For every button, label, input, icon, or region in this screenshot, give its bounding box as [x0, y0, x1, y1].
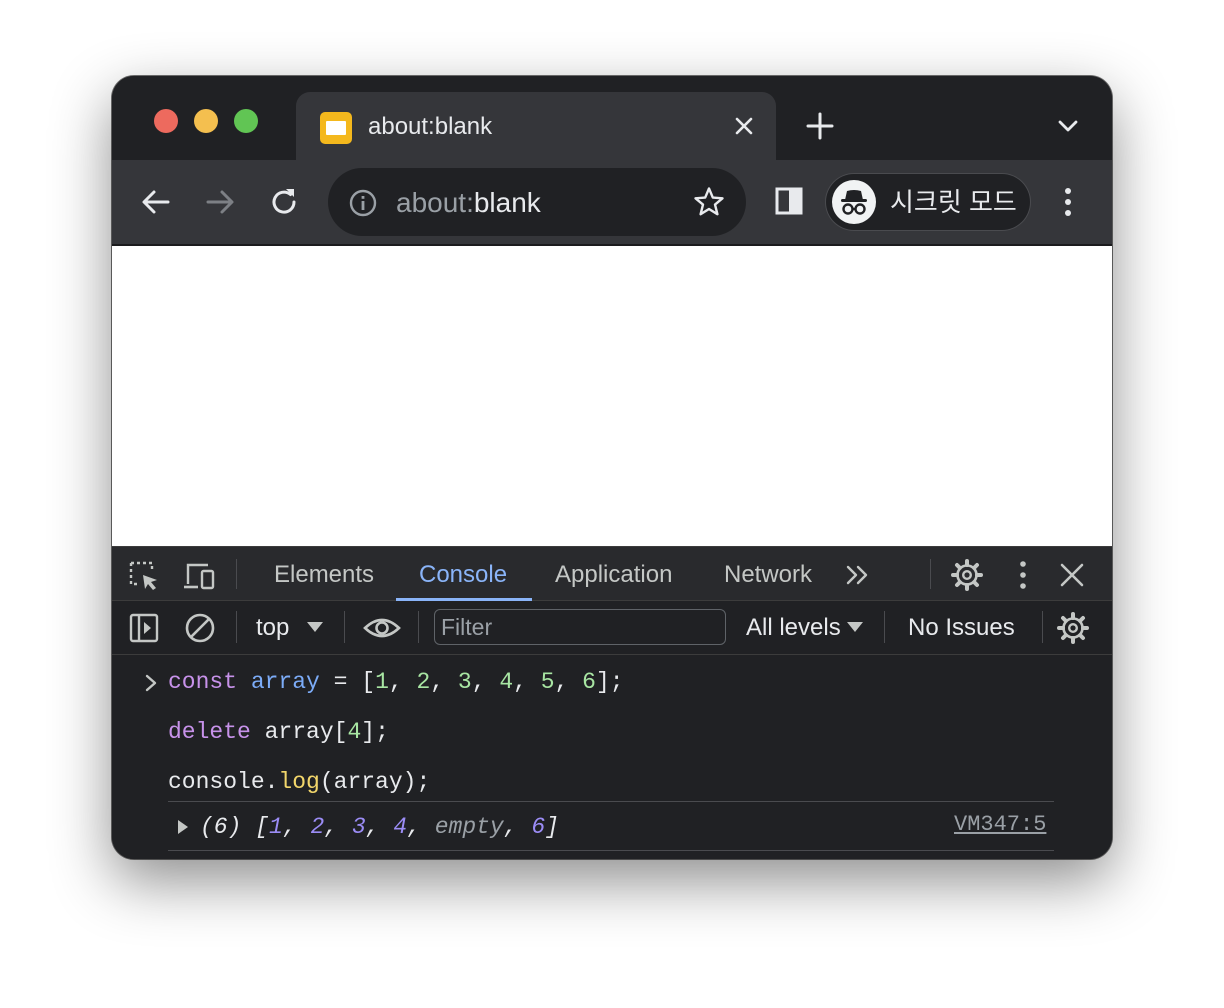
- divider: [884, 611, 885, 643]
- incognito-profile-button[interactable]: 시크릿 모드: [826, 174, 1030, 230]
- devtools-panel: Elements Console Application Network top…: [112, 546, 1112, 859]
- filter-input[interactable]: [434, 609, 726, 645]
- issues-counter[interactable]: No Issues: [908, 614, 1015, 642]
- tab-network[interactable]: Network: [724, 561, 812, 589]
- zoom-window-button[interactable]: [234, 109, 258, 133]
- reload-icon[interactable]: [266, 184, 302, 220]
- inspect-element-icon[interactable]: [128, 560, 160, 592]
- expand-triangle-icon[interactable]: [176, 819, 190, 835]
- tab-application[interactable]: Application: [555, 561, 672, 589]
- incognito-icon: [841, 190, 867, 215]
- eye-icon[interactable]: [363, 614, 401, 642]
- console-toolbar: top All levels No Issues: [112, 601, 1112, 655]
- console-input-line-2: delete array[4];: [168, 719, 389, 745]
- console-settings-gear-icon[interactable]: [1056, 611, 1090, 645]
- url-scheme: about:: [396, 187, 474, 218]
- page-content[interactable]: [112, 244, 1112, 546]
- array-item: 2: [310, 814, 325, 840]
- console-output[interactable]: const array = [1, 2, 3, 4, 5, 6]; delete…: [112, 655, 1112, 859]
- console-input-line-3: console.log(array);: [168, 769, 431, 795]
- console-input-line-1: const array = [1, 2, 3, 4, 5, 6];: [168, 669, 624, 695]
- address-bar[interactable]: about:blank: [328, 168, 746, 236]
- close-icon[interactable]: [1059, 562, 1085, 588]
- divider: [236, 611, 237, 643]
- devtools-tab-bar: Elements Console Application Network: [112, 546, 1112, 601]
- prompt-chevron-icon: [145, 674, 157, 692]
- url-path: blank: [473, 187, 541, 218]
- array-item: 4: [393, 814, 408, 840]
- divider: [930, 559, 931, 589]
- forward-arrow-icon[interactable]: [202, 184, 238, 220]
- clear-console-icon[interactable]: [184, 612, 216, 644]
- bookmark-star-icon[interactable]: [692, 185, 726, 219]
- console-log-result[interactable]: (6) [1, 2, 3, 4, empty, 6]: [200, 813, 559, 841]
- blank-page-icon: [320, 112, 352, 144]
- incognito-label: 시크릿 모드: [890, 187, 1017, 217]
- close-icon[interactable]: [732, 114, 756, 138]
- close-window-button[interactable]: [154, 109, 178, 133]
- log-levels-label: All levels: [746, 614, 841, 641]
- divider: [168, 801, 1054, 802]
- back-arrow-icon[interactable]: [138, 184, 174, 220]
- tab-about-blank[interactable]: about:blank: [296, 92, 776, 160]
- side-panel-icon[interactable]: [774, 186, 804, 216]
- dropdown-triangle-icon: [307, 622, 323, 632]
- sidebar-toggle-icon[interactable]: [129, 613, 159, 643]
- device-toolbar-icon[interactable]: [182, 560, 216, 592]
- divider: [236, 559, 237, 589]
- divider: [1042, 611, 1043, 643]
- info-icon[interactable]: [348, 188, 378, 218]
- divider: [418, 611, 419, 643]
- context-label: top: [256, 614, 290, 641]
- avatar: [832, 180, 876, 224]
- tab-elements[interactable]: Elements: [274, 561, 374, 589]
- array-empty-slot: empty: [434, 814, 504, 840]
- browser-toolbar: about:blank 시크릿 모드: [112, 160, 1112, 244]
- divider: [168, 850, 1054, 851]
- tab-strip: about:blank: [112, 76, 1112, 160]
- minimize-window-button[interactable]: [194, 109, 218, 133]
- url-text: about:blank: [396, 186, 541, 220]
- tab-console[interactable]: Console: [419, 561, 507, 589]
- divider: [344, 611, 345, 643]
- new-tab-icon[interactable]: [804, 110, 836, 142]
- browser-window: about:blank about:blank 시크릿 모드 Elements …: [112, 76, 1112, 859]
- more-tabs-icon[interactable]: [844, 563, 872, 587]
- gear-icon[interactable]: [950, 558, 984, 592]
- chevron-down-icon[interactable]: [1054, 114, 1082, 138]
- array-length: (6): [200, 814, 242, 840]
- dropdown-triangle-icon: [847, 622, 863, 632]
- more-vert-icon[interactable]: [1013, 559, 1033, 591]
- source-link[interactable]: VM347:5: [954, 811, 1046, 839]
- more-vert-icon[interactable]: [1058, 182, 1078, 222]
- tab-title: about:blank: [368, 113, 493, 140]
- array-item: 1: [269, 814, 283, 840]
- array-item: 6: [531, 814, 546, 840]
- array-item: 3: [351, 814, 366, 840]
